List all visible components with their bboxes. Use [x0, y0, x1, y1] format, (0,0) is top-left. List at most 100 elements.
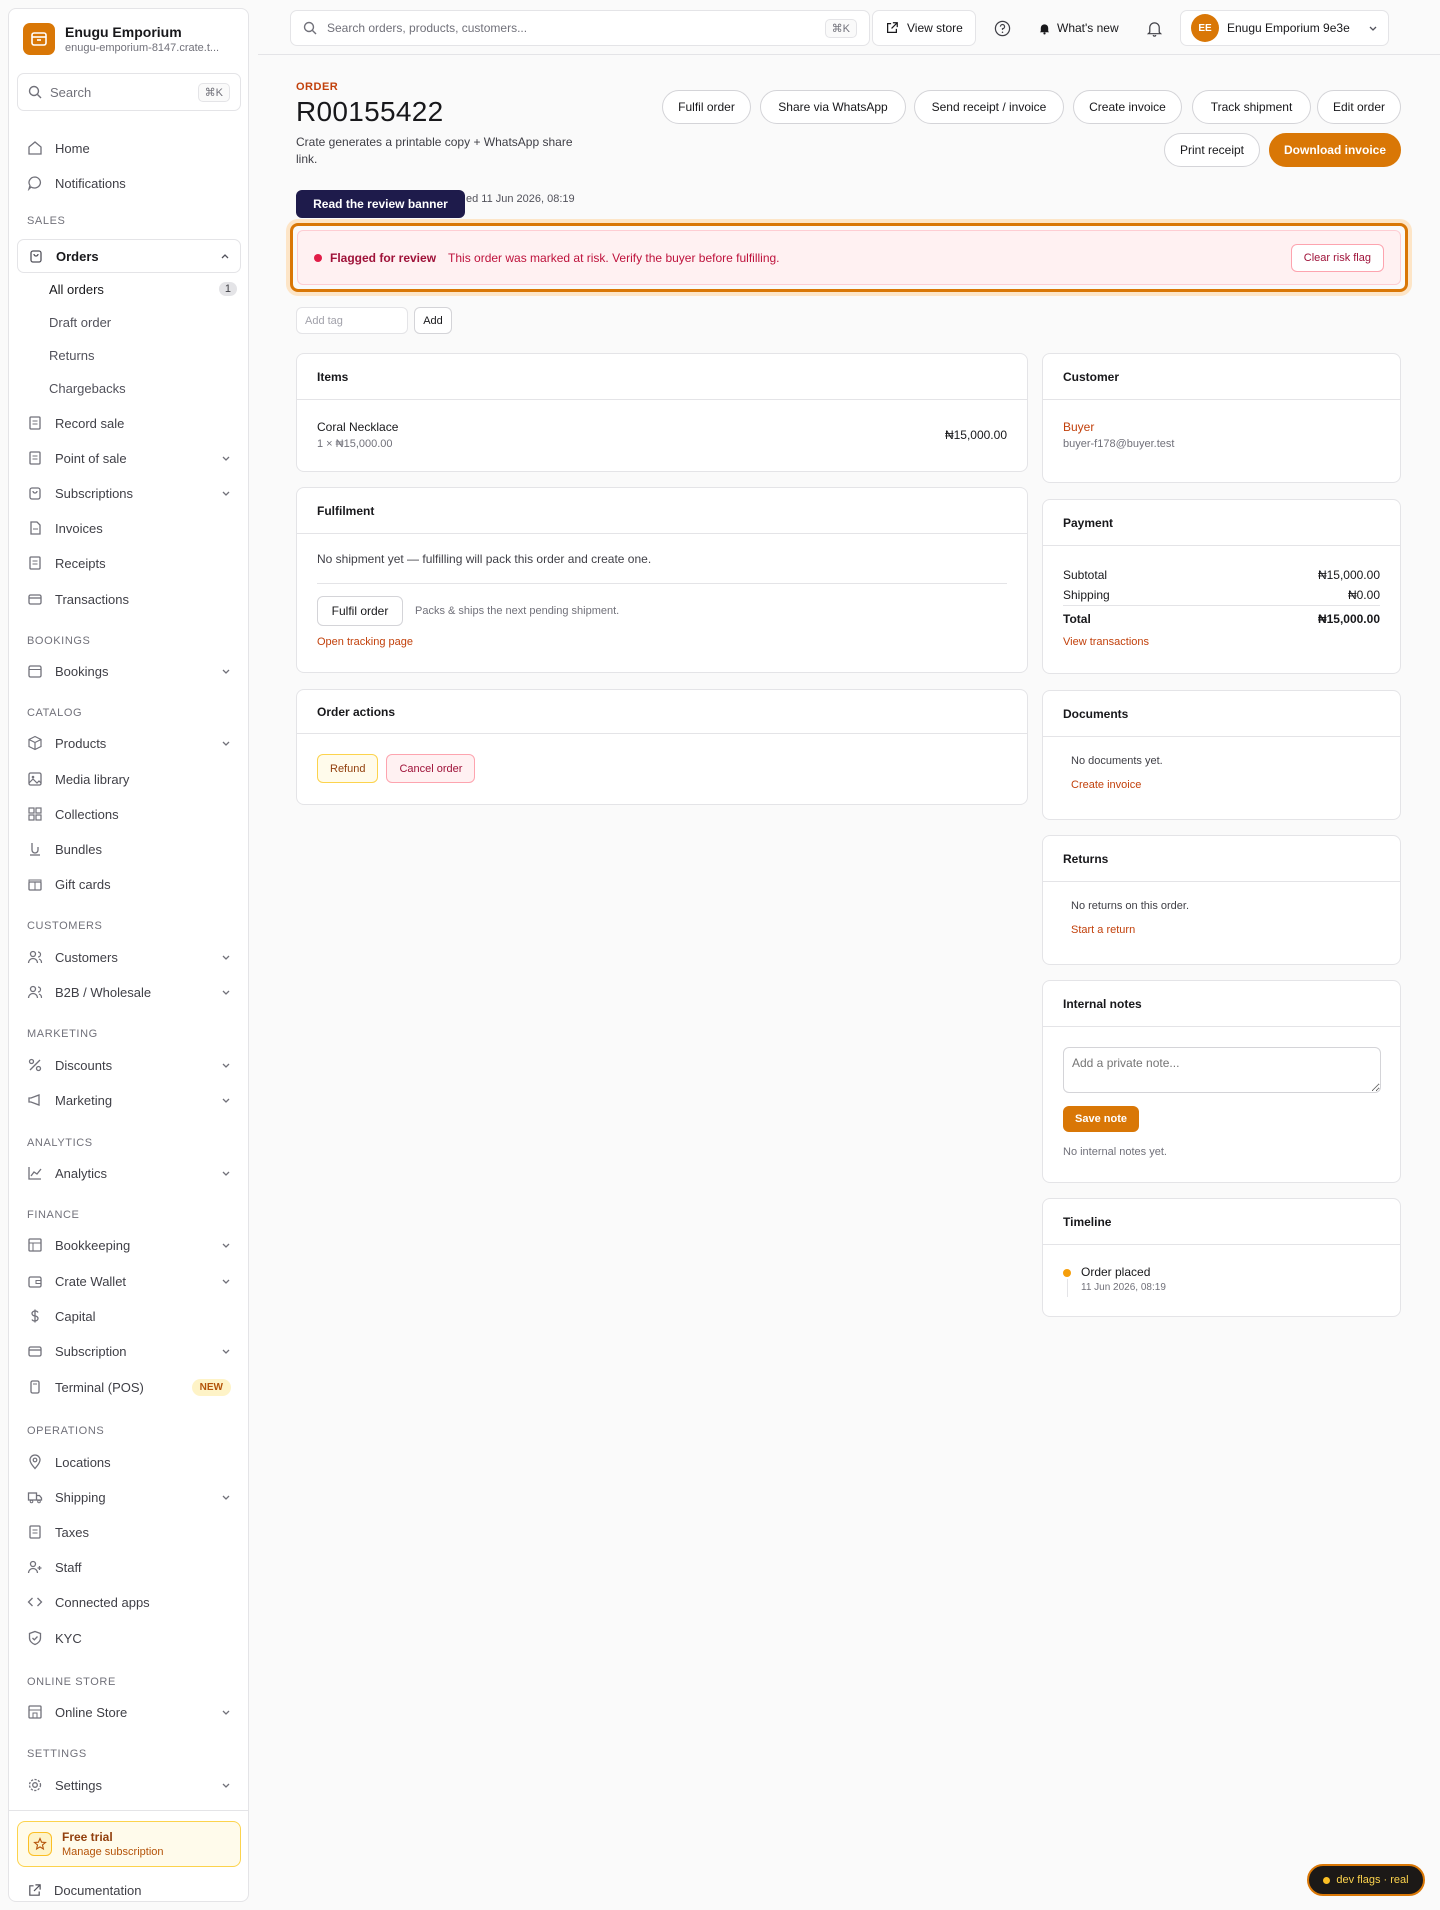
sidebar-item-analytics[interactable]: Analytics — [17, 1157, 241, 1189]
customer-email: buyer-f178@buyer.test — [1063, 438, 1175, 450]
message-icon — [27, 176, 41, 191]
wallet-icon — [28, 1276, 42, 1288]
sidebar-item-settings[interactable]: Settings — [17, 1769, 241, 1801]
sidebar-item-bundles[interactable]: Bundles — [17, 833, 241, 865]
order-actions-card: Order actions Refund Cancel order — [296, 689, 1028, 805]
sidebar-item-crate-wallet[interactable]: Crate Wallet — [17, 1265, 241, 1297]
free-trial-card[interactable]: Free trial Manage subscription — [17, 1821, 241, 1867]
help-circle-icon — [994, 20, 1011, 36]
download-invoice-button[interactable]: Download invoice — [1269, 133, 1401, 167]
sidebar-item-b2b-wholesale[interactable]: B2B / Wholesale — [17, 976, 241, 1008]
bell-outline-icon — [1146, 21, 1163, 37]
brand[interactable]: Enugu Emporium enugu-emporium-8147.crate… — [23, 23, 225, 55]
fulfil-order-button[interactable]: Fulfil order — [662, 90, 751, 124]
create-invoice-button[interactable]: Create invoice — [1073, 90, 1182, 124]
help-button[interactable] — [994, 10, 1011, 46]
sidebar-item-orders[interactable]: Orders — [17, 239, 241, 273]
sidebar-item-media-library[interactable]: Media library — [17, 763, 241, 795]
sidebar-item-receipts[interactable]: Receipts — [17, 547, 241, 579]
sidebar-item-taxes[interactable]: Taxes — [17, 1516, 241, 1548]
sidebar-item-gift-cards[interactable]: Gift cards — [17, 868, 241, 900]
section-sales: SALES — [27, 215, 66, 227]
cancel-order-button[interactable]: Cancel order — [386, 754, 476, 783]
sidebar-item-documentation[interactable]: Documentation — [17, 1875, 241, 1905]
sidebar-item-invoices[interactable]: Invoices — [17, 512, 241, 544]
trial-title: Free trial — [62, 1830, 113, 1844]
chevron-down-icon — [222, 1171, 230, 1176]
sidebar-item-capital[interactable]: Capital — [17, 1300, 241, 1332]
sidebar-item-kyc[interactable]: KYC — [17, 1622, 241, 1654]
sidebar-item-shipping[interactable]: Shipping — [17, 1481, 241, 1513]
gift-icon — [28, 879, 42, 891]
sidebar-item-bookings[interactable]: Bookings — [17, 655, 241, 687]
item-qty-price: 1 × ₦15,000.00 — [317, 438, 393, 450]
sidebar-item-subscription[interactable]: Subscription — [17, 1335, 241, 1367]
sidebar-item-subscriptions[interactable]: Subscriptions — [17, 477, 241, 509]
refund-button[interactable]: Refund — [317, 754, 379, 783]
create-invoice-link[interactable]: Create invoice — [1071, 779, 1372, 791]
dev-flags-toggle[interactable]: dev flags · real — [1307, 1864, 1425, 1896]
sidebar-item-record-sale[interactable]: Record sale — [17, 407, 241, 439]
customer-name-link[interactable]: Buyer — [1063, 420, 1380, 434]
sidebar-subitem-chargebacks[interactable]: Chargebacks — [49, 374, 237, 402]
gear-icon — [28, 1778, 42, 1792]
edit-order-button[interactable]: Edit order — [1317, 90, 1401, 124]
sidebar-item-connected-apps[interactable]: Connected apps — [17, 1586, 241, 1618]
sidebar-item-terminal-pos[interactable]: Terminal (POS) NEW — [17, 1371, 241, 1403]
sidebar-subitem-returns[interactable]: Returns — [49, 341, 237, 369]
store-name: Enugu Emporium — [65, 24, 182, 40]
save-note-button[interactable]: Save note — [1063, 1106, 1139, 1132]
print-receipt-button[interactable]: Print receipt — [1164, 133, 1260, 167]
sidebar-item-products[interactable]: Products — [17, 727, 241, 759]
view-store-button[interactable]: View store — [872, 10, 976, 46]
fulfilment-card-title: Fulfilment — [297, 488, 1027, 534]
sidebar-item-locations[interactable]: Locations — [17, 1446, 241, 1478]
store-icon — [28, 1705, 42, 1719]
credit-card-icon — [28, 594, 42, 605]
start-return-link[interactable]: Start a return — [1071, 924, 1372, 936]
private-note-textarea[interactable] — [1063, 1047, 1381, 1093]
review-banner: Flagged for review This order was marked… — [297, 230, 1401, 285]
payment-shipping-row: Shipping ₦0.00 — [1063, 585, 1380, 606]
section-bookings: BOOKINGS — [27, 635, 91, 647]
bell-icon — [1039, 23, 1050, 35]
account-switcher[interactable]: EE Enugu Emporium 9e3e — [1180, 10, 1389, 46]
sidebar-item-online-store[interactable]: Online Store — [17, 1696, 241, 1728]
sidebar-item-staff[interactable]: Staff — [17, 1551, 241, 1583]
sidebar-item-customers[interactable]: Customers — [17, 941, 241, 973]
item-name[interactable]: Coral Necklace — [317, 420, 398, 434]
sidebar-item-notifications[interactable]: Notifications — [17, 167, 241, 199]
send-receipt-button[interactable]: Send receipt / invoice — [914, 90, 1064, 124]
customer-card-title: Customer — [1043, 354, 1400, 400]
payment-total-row: Total ₦15,000.00 — [1063, 612, 1380, 626]
sidebar-subitem-draft-order[interactable]: Draft order — [49, 308, 237, 336]
add-tag-button[interactable]: Add — [414, 307, 452, 334]
whats-new-button[interactable]: What's new — [1038, 10, 1119, 46]
track-shipment-button[interactable]: Track shipment — [1192, 90, 1311, 124]
sidebar-item-collections[interactable]: Collections — [17, 798, 241, 830]
share-whatsapp-button[interactable]: Share via WhatsApp — [760, 90, 906, 124]
sidebar-item-home[interactable]: Home — [17, 132, 241, 164]
credit-card-icon — [28, 1346, 42, 1357]
notifications-button[interactable] — [1146, 10, 1163, 46]
sidebar-search[interactable]: Search ⌘K — [17, 73, 241, 111]
store-url: enugu-emporium-8147.crate.t... — [65, 42, 220, 54]
sidebar-item-bookkeeping[interactable]: Bookkeeping — [17, 1229, 241, 1261]
sidebar-subitem-all-orders[interactable]: All orders 1 — [49, 275, 237, 303]
fulfilment-message: No shipment yet — fulfilling will pack t… — [317, 534, 1007, 584]
sidebar-item-marketing[interactable]: Marketing — [17, 1084, 241, 1116]
percent-icon — [28, 1058, 42, 1072]
global-search-input[interactable]: Search orders, products, customers... ⌘K — [290, 10, 870, 46]
clear-risk-flag-button[interactable]: Clear risk flag — [1290, 243, 1384, 272]
notes-empty: No internal notes yet. — [1063, 1146, 1167, 1158]
fulfil-order-secondary-button[interactable]: Fulfil order — [317, 596, 403, 626]
open-tracking-page-link[interactable]: Open tracking page — [317, 636, 1007, 648]
customer-card: Customer Buyer buyer-f178@buyer.test — [1042, 353, 1401, 483]
view-transactions-link[interactable]: View transactions — [1063, 636, 1380, 648]
sidebar-item-point-of-sale[interactable]: Point of sale — [17, 442, 241, 474]
sidebar-item-discounts[interactable]: Discounts — [17, 1049, 241, 1081]
add-tag-input[interactable]: Add tag — [296, 307, 408, 334]
section-catalog: CATALOG — [27, 707, 83, 719]
sidebar-item-transactions[interactable]: Transactions — [17, 583, 241, 615]
manage-subscription-link[interactable]: Manage subscription — [62, 1846, 164, 1858]
